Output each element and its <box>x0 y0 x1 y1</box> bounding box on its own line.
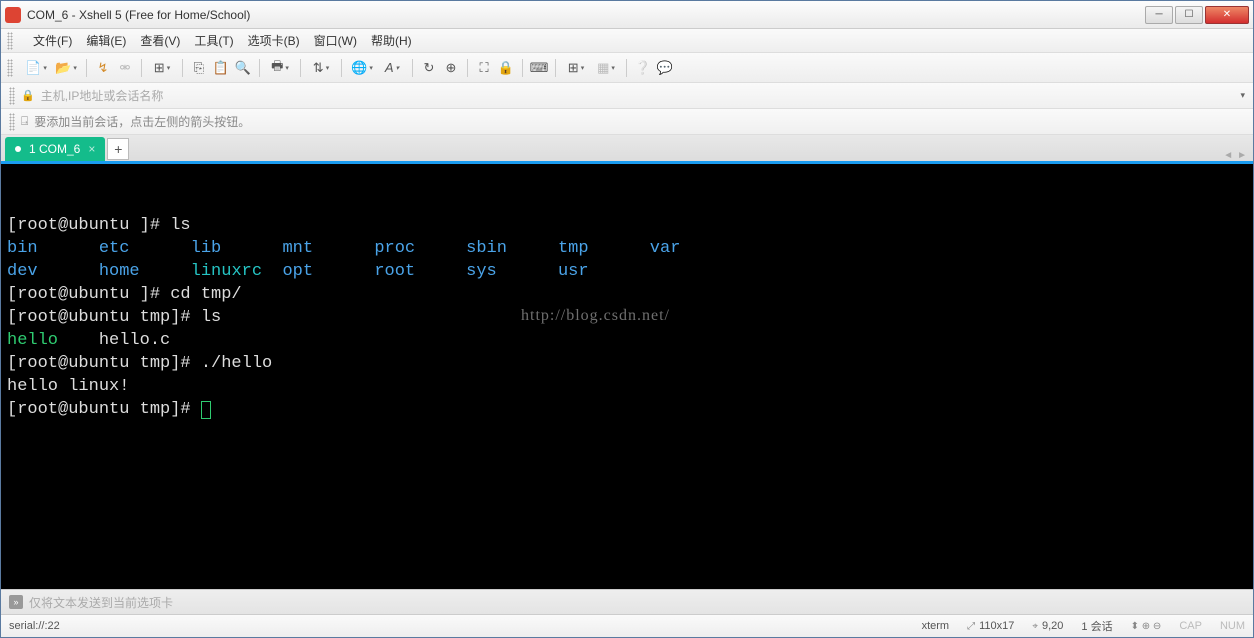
terminal-line: [root@ubuntu ]# ls <box>7 214 1247 237</box>
hint-text: 要添加当前会话，点击左侧的箭头按钮。 <box>34 113 250 130</box>
tab-bar: 1 COM_6 × + ◄ ► <box>1 135 1253 161</box>
tab-prev-icon[interactable]: ◄ <box>1223 150 1233 161</box>
separator <box>341 59 342 77</box>
terminal-line: hello linux! <box>7 375 1247 398</box>
refresh-icon[interactable]: ↻ <box>420 59 438 77</box>
menu-window[interactable]: 窗口(W) <box>314 32 357 49</box>
fullscreen-icon[interactable]: ⛶ <box>475 59 493 77</box>
terminal-line: [root@ubuntu tmp]# <box>7 398 1247 421</box>
copy-icon[interactable]: ⎘ <box>190 59 208 77</box>
close-button[interactable]: ✕ <box>1205 6 1249 24</box>
layout-button[interactable]: ▦▾ <box>593 59 619 77</box>
status-sessions: 1 会话 <box>1081 618 1112 634</box>
separator <box>522 59 523 77</box>
print-button[interactable]: 🖶▾ <box>267 59 293 77</box>
disconnect-icon[interactable]: ⚮ <box>116 59 134 77</box>
keyboard-icon[interactable]: ⌨ <box>530 59 548 77</box>
terminal-line: hello hello.c <box>7 329 1247 352</box>
status-pos: ⌖9,20 <box>1032 620 1063 632</box>
pos-icon: ⌖ <box>1032 621 1038 632</box>
help-icon[interactable]: ❔ <box>634 59 652 77</box>
separator <box>412 59 413 77</box>
separator <box>182 59 183 77</box>
separator <box>555 59 556 77</box>
menu-tabs[interactable]: 选项卡(B) <box>248 32 300 49</box>
separator <box>259 59 260 77</box>
separator <box>300 59 301 77</box>
menu-view[interactable]: 查看(V) <box>140 32 180 49</box>
watermark-text: http://blog.csdn.net/ <box>521 304 670 327</box>
address-placeholder: 主机,IP地址或会话名称 <box>41 87 1241 104</box>
properties-button[interactable]: ⊞▾ <box>149 59 175 77</box>
send-icon[interactable]: » <box>9 595 23 609</box>
status-num: NUM <box>1220 620 1245 632</box>
minimize-button[interactable]: ─ <box>1145 6 1173 24</box>
lock-icon: 🔒 <box>21 89 35 102</box>
hint-bar: ⍈ 要添加当前会话，点击左侧的箭头按钮。 <box>1 109 1253 135</box>
addtab-button[interactable]: ⊞▾ <box>563 59 589 77</box>
terminal-line: dev home linuxrc opt root sys usr <box>7 260 1247 283</box>
status-caps: CAP <box>1179 620 1202 632</box>
grip-icon <box>7 32 13 50</box>
tab-label: 1 COM_6 <box>29 142 80 156</box>
compose-placeholder: 仅将文本发送到当前选项卡 <box>29 594 173 611</box>
status-connection: serial://:22 <box>9 620 60 632</box>
feedback-icon[interactable]: 💬 <box>656 59 674 77</box>
dropdown-icon[interactable]: ▾ <box>1240 90 1245 101</box>
separator <box>467 59 468 77</box>
font-button[interactable]: A▾ <box>379 59 405 77</box>
menu-file[interactable]: 文件(F) <box>33 32 72 49</box>
status-size: ⤢110x17 <box>967 620 1014 632</box>
grip-icon <box>7 59 13 77</box>
status-bar: serial://:22 xterm ⤢110x17 ⌖9,20 1 会话 ⬍ … <box>1 615 1253 637</box>
grip-icon <box>9 87 15 105</box>
separator <box>626 59 627 77</box>
tab-status-icon <box>15 146 21 152</box>
terminal-line: [root@ubuntu tmp]# ./hello <box>7 352 1247 375</box>
size-icon: ⤢ <box>967 621 975 632</box>
tab-com6[interactable]: 1 COM_6 × <box>5 137 105 161</box>
paste-icon[interactable]: 📋 <box>212 59 230 77</box>
transfer-button[interactable]: ⇅▾ <box>308 59 334 77</box>
window-title: COM_6 - Xshell 5 (Free for Home/School) <box>27 8 1145 22</box>
menu-edit[interactable]: 编辑(E) <box>86 32 126 49</box>
compose-bar[interactable]: » 仅将文本发送到当前选项卡 <box>1 589 1253 615</box>
compass-icon[interactable]: ⊕ <box>442 59 460 77</box>
separator <box>141 59 142 77</box>
tab-next-icon[interactable]: ► <box>1237 150 1247 161</box>
status-indicators: ⬍ ⊕ ⊖ <box>1131 621 1162 632</box>
globe-button[interactable]: 🌐▾ <box>349 59 375 77</box>
tab-close-icon[interactable]: × <box>88 142 95 156</box>
address-bar[interactable]: 🔒 主机,IP地址或会话名称 ▾ <box>1 83 1253 109</box>
maximize-button[interactable]: ☐ <box>1175 6 1203 24</box>
tab-add-button[interactable]: + <box>107 138 129 160</box>
new-button[interactable]: 📄▾ <box>23 59 49 77</box>
lock-icon[interactable]: 🔒 <box>497 59 515 77</box>
toolbar: 📄▾ 📂▾ ↯ ⚮ ⊞▾ ⎘ 📋 🔍 🖶▾ ⇅▾ 🌐▾ A▾ ↻ ⊕ ⛶ 🔒 ⌨… <box>1 53 1253 83</box>
bookmark-icon[interactable]: ⍈ <box>21 114 28 129</box>
cursor <box>201 401 211 419</box>
status-term: xterm <box>922 620 950 632</box>
terminal[interactable]: http://blog.csdn.net/ [root@ubuntu ]# ls… <box>1 164 1253 589</box>
open-button[interactable]: 📂▾ <box>53 59 79 77</box>
menu-help[interactable]: 帮助(H) <box>371 32 412 49</box>
app-icon <box>5 7 21 23</box>
reconnect-icon[interactable]: ↯ <box>94 59 112 77</box>
titlebar: COM_6 - Xshell 5 (Free for Home/School) … <box>1 1 1253 29</box>
separator <box>86 59 87 77</box>
menu-tools[interactable]: 工具(T) <box>194 32 233 49</box>
nav-icon: ⬍ ⊕ ⊖ <box>1131 621 1162 632</box>
grip-icon <box>9 113 15 131</box>
terminal-line: bin etc lib mnt proc sbin tmp var <box>7 237 1247 260</box>
menubar: 文件(F) 编辑(E) 查看(V) 工具(T) 选项卡(B) 窗口(W) 帮助(… <box>1 29 1253 53</box>
search-icon[interactable]: 🔍 <box>234 59 252 77</box>
terminal-line: [root@ubuntu ]# cd tmp/ <box>7 283 1247 306</box>
